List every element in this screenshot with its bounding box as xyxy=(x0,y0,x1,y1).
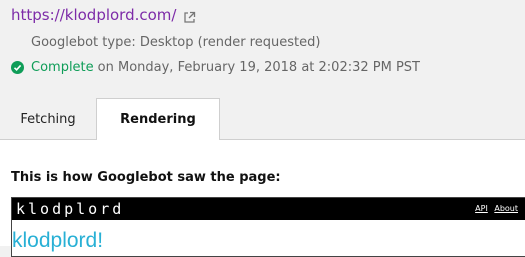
url-row: https://klodplord.com/ xyxy=(11,6,196,24)
preview-site-logo: klodplord xyxy=(16,200,125,218)
preview-heading: klodplord! xyxy=(12,229,104,252)
tab-bar: Fetching Rendering xyxy=(0,98,525,140)
render-title: This is how Googlebot saw the page: xyxy=(11,170,281,185)
preview-site-bar: klodplord API About xyxy=(12,198,525,220)
render-panel: This is how Googlebot saw the page: klod… xyxy=(0,140,525,257)
preview-site-links: API About xyxy=(471,204,518,213)
status-label: Complete xyxy=(31,60,94,75)
fetched-url-link[interactable]: https://klodplord.com/ xyxy=(11,6,176,24)
googlebot-type: Googlebot type: Desktop (render requeste… xyxy=(31,35,321,50)
check-circle-icon xyxy=(11,61,24,74)
fetch-result-header: https://klodplord.com/ Googlebot type: D… xyxy=(0,0,525,140)
status-detail: on Monday, February 19, 2018 at 2:02:32 … xyxy=(97,60,420,75)
tab-fetching[interactable]: Fetching xyxy=(0,98,96,140)
status-row: Complete on Monday, February 19, 2018 at… xyxy=(11,60,420,75)
preview-link-api: API xyxy=(475,204,488,213)
tab-rendering[interactable]: Rendering xyxy=(96,98,220,140)
render-preview: klodplord API About klodplord! xyxy=(11,197,525,257)
external-link-icon[interactable] xyxy=(183,9,196,23)
preview-link-about: About xyxy=(494,204,518,213)
